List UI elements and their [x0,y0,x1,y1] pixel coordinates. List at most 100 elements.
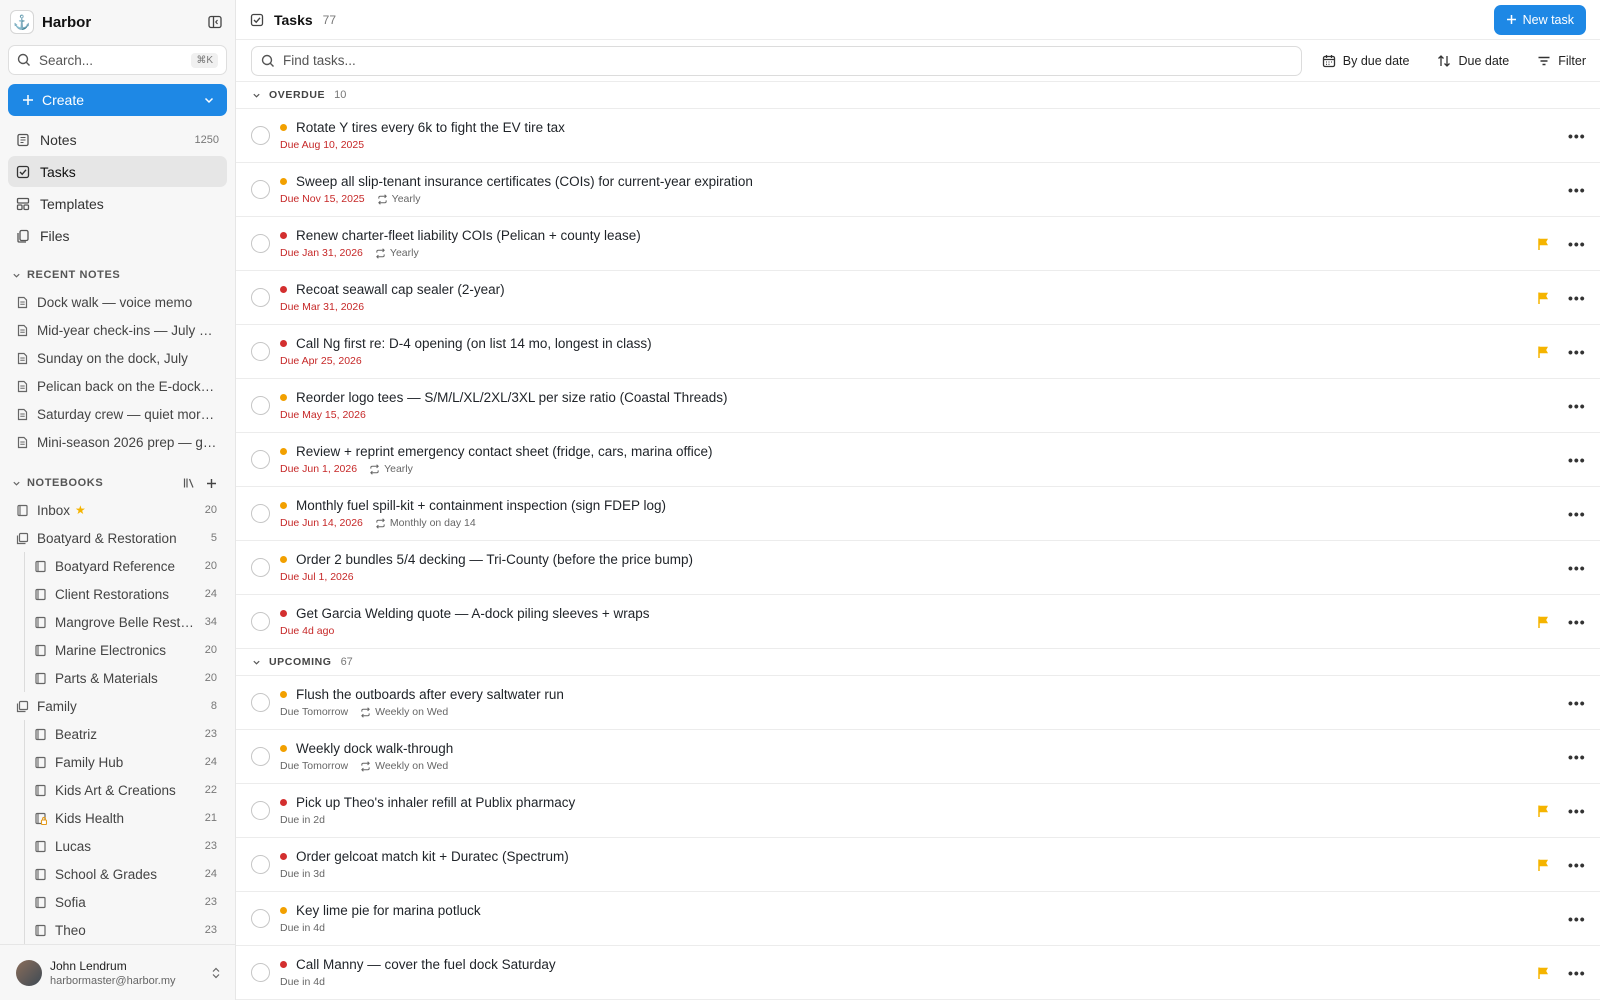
more-options-icon[interactable]: ••• [1568,506,1585,522]
more-options-icon[interactable]: ••• [1568,182,1585,198]
notebook-item[interactable]: Boatyard Reference 20 [0,552,235,580]
group-by-button[interactable]: By due date [1322,54,1409,68]
task-complete-checkbox[interactable] [251,396,270,415]
task-row[interactable]: Key lime pie for marina potluck Due in 4… [236,892,1600,946]
task-row[interactable]: Order gelcoat match kit + Duratec (Spect… [236,838,1600,892]
filter-button[interactable]: Filter [1537,54,1586,68]
recent-notes-header[interactable]: RECENT NOTES [0,262,235,288]
more-options-icon[interactable]: ••• [1568,560,1585,576]
note-icon [16,324,29,337]
sidebar-item-tasks[interactable]: Tasks [8,156,227,187]
create-button[interactable]: Create [8,84,227,116]
more-options-icon[interactable]: ••• [1568,128,1585,144]
user-name: John Lendrum [50,958,127,973]
task-row[interactable]: Pick up Theo's inhaler refill at Publix … [236,784,1600,838]
flag-icon[interactable] [1536,291,1550,305]
notebook-item[interactable]: Beatriz 23 [0,720,235,748]
notebook-item[interactable]: Theo 23 [0,916,235,944]
task-complete-checkbox[interactable] [251,612,270,631]
task-row[interactable]: Order 2 bundles 5/4 decking — Tri-County… [236,541,1600,595]
more-options-icon[interactable]: ••• [1568,398,1585,414]
recent-note-item[interactable]: Saturday crew — quiet morni... [0,400,235,428]
task-complete-checkbox[interactable] [251,693,270,712]
task-complete-checkbox[interactable] [251,450,270,469]
task-complete-checkbox[interactable] [251,855,270,874]
chevron-down-icon[interactable] [203,94,215,106]
task-row[interactable]: Monthly fuel spill-kit + containment ins… [236,487,1600,541]
collapse-sidebar-icon[interactable] [205,12,225,32]
recent-note-item[interactable]: Mini-season 2026 prep — ge... [0,428,235,456]
flag-icon[interactable] [1536,345,1550,359]
task-row[interactable]: Reorder logo tees — S/M/L/XL/2XL/3XL per… [236,379,1600,433]
more-options-icon[interactable]: ••• [1568,749,1585,765]
find-tasks-input[interactable]: Find tasks... [251,45,1302,76]
sidebar-search-input[interactable]: Search... ⌘K [8,45,227,75]
notebook-item[interactable]: Client Restorations 24 [0,580,235,608]
task-row[interactable]: Renew charter-fleet liability COIs (Peli… [236,217,1600,271]
more-options-icon[interactable]: ••• [1568,965,1585,981]
task-complete-checkbox[interactable] [251,234,270,253]
recent-note-item[interactable]: Dock walk — voice memo [0,288,235,316]
notebook-item[interactable]: Kids Health 21 [0,804,235,832]
task-row[interactable]: Sweep all slip-tenant insurance certific… [236,163,1600,217]
task-complete-checkbox[interactable] [251,558,270,577]
task-complete-checkbox[interactable] [251,747,270,766]
task-group-header[interactable]: UPCOMING 67 [236,649,1600,676]
recent-note-item[interactable]: Pelican back on the E-dock li... [0,372,235,400]
notebook-item[interactable]: School & Grades 24 [0,860,235,888]
more-options-icon[interactable]: ••• [1568,614,1585,630]
task-row[interactable]: Recoat seawall cap sealer (2-year) Due M… [236,271,1600,325]
notebook-stack-boatyard[interactable]: Boatyard & Restoration 5 [0,524,235,552]
sort-button[interactable]: Due date [1437,54,1509,68]
notebook-inbox[interactable]: Inbox ★ 20 [0,496,235,524]
task-row[interactable]: Flush the outboards after every saltwate… [236,676,1600,730]
task-row[interactable]: Get Garcia Welding quote — A-dock piling… [236,595,1600,649]
library-icon[interactable] [183,477,196,489]
task-complete-checkbox[interactable] [251,342,270,361]
task-complete-checkbox[interactable] [251,180,270,199]
task-row[interactable]: Call Manny — cover the fuel dock Saturda… [236,946,1600,1000]
more-options-icon[interactable]: ••• [1568,857,1585,873]
flag-icon[interactable] [1536,237,1550,251]
more-options-icon[interactable]: ••• [1568,803,1585,819]
more-options-icon[interactable]: ••• [1568,452,1585,468]
more-options-icon[interactable]: ••• [1568,236,1585,252]
task-row[interactable]: Call Ng first re: D-4 opening (on list 1… [236,325,1600,379]
task-group-header[interactable]: OVERDUE 10 [236,82,1600,109]
more-options-icon[interactable]: ••• [1568,911,1585,927]
sidebar-item-files[interactable]: Files [8,220,227,251]
flag-icon[interactable] [1536,966,1550,980]
notebook-item[interactable]: Parts & Materials 20 [0,664,235,692]
new-task-button[interactable]: New task [1493,4,1586,35]
sidebar: ⚓ Harbor Search... ⌘K Create Notes 1250 [0,0,236,1000]
sidebar-item-notes[interactable]: Notes 1250 [8,124,227,155]
notebook-item[interactable]: Sofia 23 [0,888,235,916]
notebook-item[interactable]: Mangrove Belle Resto... 34 [0,608,235,636]
task-complete-checkbox[interactable] [251,126,270,145]
recent-note-item[interactable]: Mid-year check-ins — July 2... [0,316,235,344]
more-options-icon[interactable]: ••• [1568,290,1585,306]
notebook-item[interactable]: Family Hub 24 [0,748,235,776]
notebook-item[interactable]: Kids Art & Creations 22 [0,776,235,804]
flag-icon[interactable] [1536,804,1550,818]
notebook-item[interactable]: Lucas 23 [0,832,235,860]
notebook-item[interactable]: Marine Electronics 20 [0,636,235,664]
task-complete-checkbox[interactable] [251,963,270,982]
more-options-icon[interactable]: ••• [1568,695,1585,711]
task-row[interactable]: Rotate Y tires every 6k to fight the EV … [236,109,1600,163]
task-row[interactable]: Review + reprint emergency contact sheet… [236,433,1600,487]
more-options-icon[interactable]: ••• [1568,344,1585,360]
flag-icon[interactable] [1536,615,1550,629]
task-complete-checkbox[interactable] [251,909,270,928]
sidebar-item-templates[interactable]: Templates [8,188,227,219]
recent-note-item[interactable]: Sunday on the dock, July [0,344,235,372]
task-complete-checkbox[interactable] [251,288,270,307]
user-menu[interactable]: John Lendrum harbormaster@harbor.my [0,944,235,1000]
flag-icon[interactable] [1536,858,1550,872]
add-notebook-icon[interactable] [206,478,217,489]
notebook-stack-family[interactable]: Family 8 [0,692,235,720]
task-complete-checkbox[interactable] [251,504,270,523]
task-complete-checkbox[interactable] [251,801,270,820]
notebooks-header[interactable]: NOTEBOOKS [0,470,235,496]
task-row[interactable]: Weekly dock walk-through Due Tomorrow We… [236,730,1600,784]
